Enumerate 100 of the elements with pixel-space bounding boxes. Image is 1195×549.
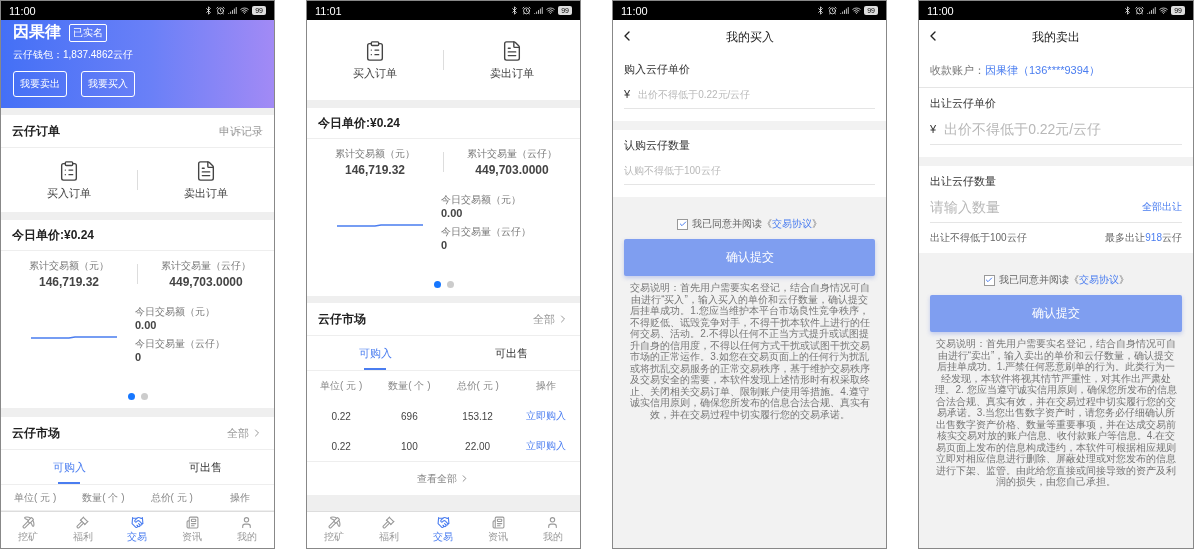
alarm-icon bbox=[216, 6, 226, 15]
tab-bar-item[interactable]: 福利 bbox=[55, 512, 111, 548]
page-title: 我的卖出 bbox=[1032, 28, 1080, 46]
input-field[interactable]: 出价不得低于0.22元/云仔 bbox=[944, 121, 1182, 137]
tab-bar-item[interactable]: 福利 bbox=[361, 512, 417, 548]
stat-value: 146,719.32 bbox=[344, 163, 406, 177]
field-label: 购入云仔单价 bbox=[624, 62, 691, 77]
view-all-link[interactable]: 全部 bbox=[227, 425, 263, 441]
newspaper-icon bbox=[185, 516, 199, 529]
appeal-records-link[interactable]: 申诉记录 bbox=[219, 123, 263, 139]
bluetooth-icon bbox=[204, 6, 214, 15]
stat-value: 449,703.0000 bbox=[475, 163, 549, 177]
buy-button[interactable]: 我要买入 bbox=[81, 71, 135, 97]
signal-icon bbox=[1147, 6, 1157, 15]
section-title: 云仔市场 bbox=[318, 310, 366, 328]
handshake-icon bbox=[437, 516, 450, 529]
tab-bar-item[interactable]: 交易 bbox=[416, 512, 471, 548]
buy-now-link[interactable]: 立即购入 bbox=[525, 409, 566, 423]
buy-orders-link[interactable]: 买入订单 bbox=[307, 39, 443, 81]
currency-symbol: ¥ bbox=[930, 123, 937, 135]
buy-now-link[interactable]: 立即购入 bbox=[525, 439, 566, 453]
sell-orders-link[interactable]: 卖出订单 bbox=[138, 159, 274, 201]
account-label: 收款账户： bbox=[930, 63, 985, 78]
buy-orders-link[interactable]: 买入订单 bbox=[1, 159, 137, 201]
tab-bar-item[interactable]: 我的 bbox=[525, 512, 580, 548]
pager-dot[interactable] bbox=[140, 393, 148, 400]
pager-dot[interactable] bbox=[127, 393, 135, 400]
status-time: 11:00 bbox=[927, 4, 954, 17]
market-tab[interactable]: 可购入 bbox=[307, 336, 444, 370]
stat-value: 0.00 bbox=[135, 319, 158, 331]
submit-button[interactable]: 确认提交 bbox=[930, 295, 1182, 332]
agreement-text: 我已同意并阅读《交易协议》 bbox=[692, 217, 822, 231]
view-all-link[interactable]: 全部 bbox=[533, 311, 569, 327]
wifi-icon bbox=[852, 6, 862, 15]
agree-checkbox[interactable] bbox=[983, 274, 995, 286]
market-tab[interactable]: 可出售 bbox=[137, 450, 274, 484]
column-header: 操作 bbox=[534, 379, 557, 393]
sell-button[interactable]: 我要卖出 bbox=[13, 71, 67, 97]
market-tab[interactable]: 可购入 bbox=[1, 450, 138, 484]
tab-bar-item[interactable]: 交易 bbox=[110, 512, 165, 548]
tab-bar-item[interactable]: 挖矿 bbox=[1, 512, 56, 548]
market-tab[interactable]: 可出售 bbox=[443, 336, 580, 370]
signal-icon bbox=[228, 6, 238, 15]
pager-dot[interactable] bbox=[433, 281, 441, 288]
bluetooth-icon bbox=[1123, 6, 1133, 15]
clipboard-icon bbox=[364, 39, 386, 62]
wifi-icon bbox=[546, 6, 556, 15]
signal-icon bbox=[534, 6, 544, 15]
column-header: 数量( 个 ) bbox=[387, 379, 432, 393]
input-field[interactable]: 出价不得低于0.22元/云仔 bbox=[638, 88, 875, 100]
stat-value: 449,703.0000 bbox=[169, 275, 243, 289]
column-header: 数量( 个 ) bbox=[81, 490, 126, 505]
input-field[interactable]: 请输入数量 bbox=[930, 199, 1134, 215]
bluetooth-icon bbox=[816, 6, 826, 15]
alarm-icon bbox=[1135, 6, 1145, 15]
stat-label: 累计交易量（云仔） bbox=[161, 259, 251, 273]
view-all-link[interactable]: 查看全部 bbox=[307, 461, 580, 495]
tab-bar-item[interactable]: 挖矿 bbox=[307, 512, 362, 548]
stat-label: 累计交易额（元） bbox=[29, 259, 109, 273]
stat-value: 0.00 bbox=[441, 207, 464, 219]
today-price: 今日单价:¥0.24 bbox=[1, 220, 274, 251]
pickaxe-icon bbox=[21, 516, 35, 529]
bluetooth-icon bbox=[510, 6, 520, 15]
pickaxe-icon bbox=[327, 516, 341, 529]
wifi-icon bbox=[240, 6, 250, 15]
agree-checkbox[interactable] bbox=[677, 218, 688, 230]
input-field[interactable]: 认购不得低于100云仔 bbox=[624, 164, 875, 176]
stat-value: 0 bbox=[441, 239, 449, 251]
status-time: 11:00 bbox=[621, 4, 648, 17]
newspaper-icon bbox=[491, 516, 505, 529]
column-header: 总价( 元 ) bbox=[149, 490, 194, 505]
min-hint: 出让不得低于100云仔 bbox=[930, 231, 1027, 245]
tab-bar-item[interactable]: 资讯 bbox=[164, 512, 220, 548]
field-label: 出让云仔单价 bbox=[930, 96, 997, 111]
handshake-icon bbox=[131, 516, 144, 529]
alarm-icon bbox=[828, 6, 838, 15]
section-title: 云仔市场 bbox=[12, 424, 60, 442]
stat-label: 今日交易量（云仔） bbox=[135, 337, 225, 351]
table-cell-text: 22.00 bbox=[464, 440, 492, 452]
tab-bar-item[interactable]: 资讯 bbox=[470, 512, 526, 548]
pager-dot[interactable] bbox=[446, 281, 454, 288]
column-header: 操作 bbox=[228, 490, 251, 505]
stat-label: 累计交易量（云仔） bbox=[467, 147, 557, 161]
signal-icon bbox=[840, 6, 850, 15]
clipboard-icon bbox=[58, 159, 80, 182]
column-header: 单位( 元 ) bbox=[13, 490, 58, 505]
table-cell-text: 100 bbox=[400, 440, 419, 452]
wifi-icon bbox=[1159, 6, 1169, 15]
sell-all-link[interactable]: 全部出让 bbox=[1142, 200, 1182, 214]
submit-button[interactable]: 确认提交 bbox=[624, 239, 875, 276]
wallet-balance: 云仔钱包：1,837.4862云仔 bbox=[13, 48, 135, 62]
document-icon bbox=[501, 39, 523, 62]
sell-orders-link[interactable]: 卖出订单 bbox=[444, 39, 580, 81]
section-title: 云仔订单 bbox=[12, 122, 60, 140]
max-hint: 最多出让918云仔 bbox=[1105, 231, 1182, 245]
field-label: 认购云仔数量 bbox=[624, 138, 691, 153]
agreement-link[interactable]: 交易协议 bbox=[772, 218, 812, 229]
agreement-text: 我已同意并阅读《交易协议》 bbox=[998, 273, 1129, 287]
tab-bar-item[interactable]: 我的 bbox=[219, 512, 274, 548]
agreement-link[interactable]: 交易协议 bbox=[1078, 274, 1119, 285]
